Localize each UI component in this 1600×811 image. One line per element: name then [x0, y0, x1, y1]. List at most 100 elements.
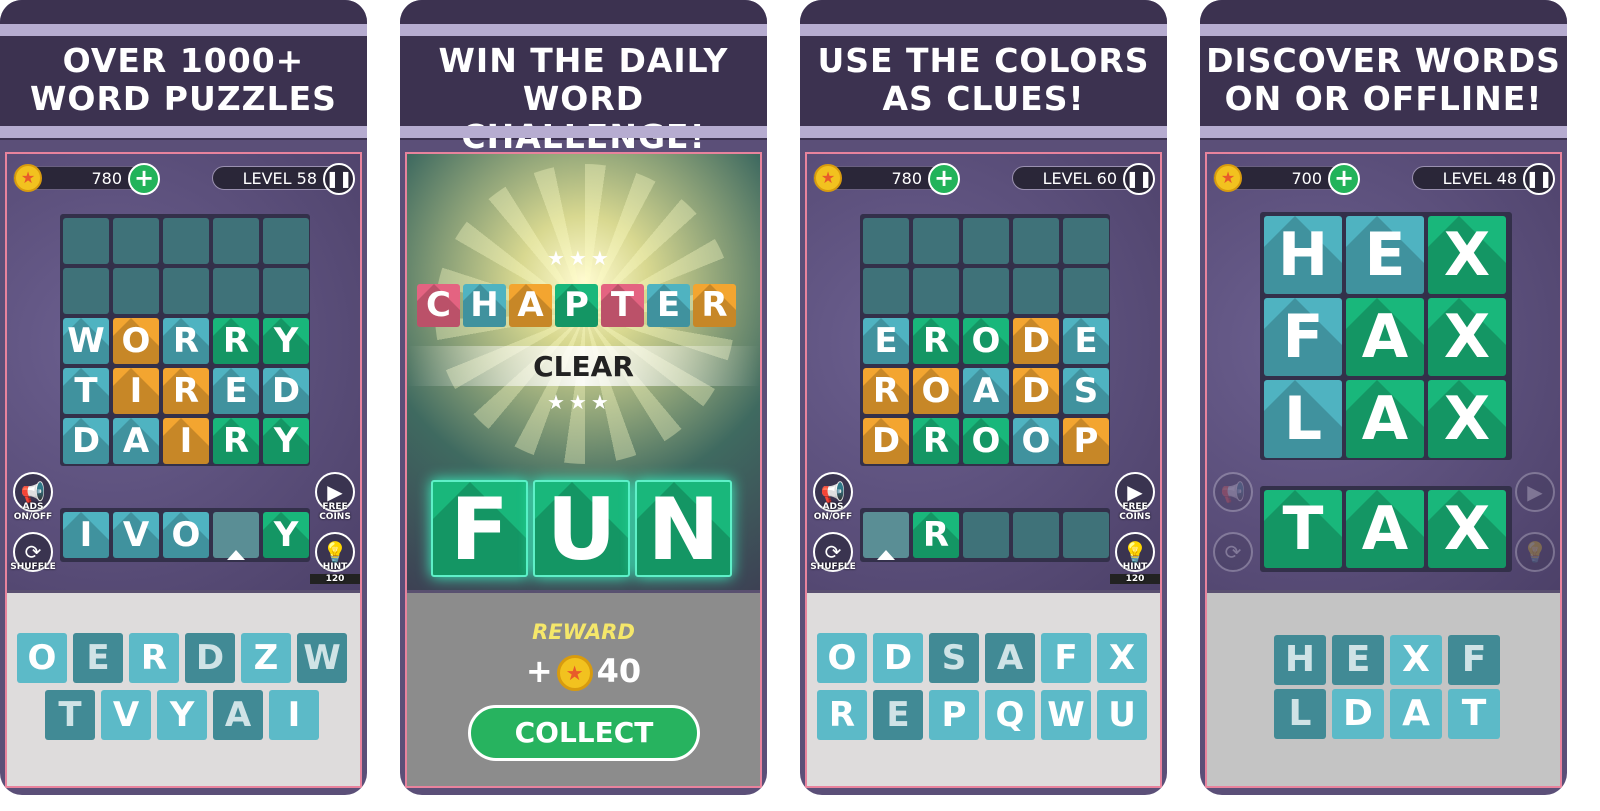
letter-tile: I	[163, 418, 209, 464]
coin-icon: ★	[14, 164, 42, 192]
letter-key[interactable]: W	[297, 633, 347, 683]
letter-key[interactable]: E	[73, 633, 123, 683]
pause-button[interactable]: ❚❚	[1123, 163, 1155, 195]
key-letter: S	[941, 638, 967, 678]
letter-tile[interactable]: T	[1264, 490, 1342, 568]
headline-line: AS CLUES!	[882, 79, 1085, 118]
level-indicator: LEVEL 48 ❚❚	[1412, 163, 1555, 195]
hint-cost: 120	[310, 574, 360, 584]
hint-button[interactable]: 💡	[1515, 532, 1555, 572]
letter-tile[interactable]	[1013, 512, 1059, 558]
letter-tile[interactable]: X	[1428, 490, 1506, 568]
ads-toggle-button[interactable]: 📢	[1213, 472, 1253, 512]
letter-key[interactable]: O	[17, 633, 67, 683]
letter-key[interactable]: S	[929, 633, 979, 683]
letter-tile: R	[693, 284, 736, 327]
letter-key[interactable]: T	[1448, 689, 1500, 739]
promo-headline: WIN THE DAILY WORD CHALLENGE!	[400, 42, 767, 156]
shuffle-button[interactable]: ⟳	[1213, 532, 1253, 572]
letter-key[interactable]: Z	[241, 633, 291, 683]
letter-key[interactable]: I	[269, 690, 319, 740]
letter-key[interactable]: D	[185, 633, 235, 683]
letter-tile	[113, 218, 159, 264]
letter-key[interactable]: Q	[985, 690, 1035, 740]
letter-key[interactable]: X	[1097, 633, 1147, 683]
letter-key[interactable]: D	[1332, 689, 1384, 739]
tile-letter: R	[172, 321, 200, 361]
letter-key[interactable]: P	[929, 690, 979, 740]
letter-tile[interactable]: O	[163, 512, 209, 558]
tile-letter: D	[271, 371, 301, 411]
headline-line: WORD CHALLENGE!	[461, 79, 706, 156]
letter-tile: F	[1264, 298, 1342, 376]
letter-key[interactable]: Y	[157, 690, 207, 740]
free-coins-button-label: FREE COINS	[1119, 502, 1151, 522]
key-letter: E	[886, 695, 910, 735]
letter-tile[interactable]	[963, 512, 1009, 558]
key-letter: I	[287, 695, 301, 735]
letter-tile: A	[509, 284, 552, 327]
key-letter: A	[1402, 693, 1430, 734]
tile-letter: S	[1073, 371, 1099, 411]
letter-tile: H	[463, 284, 506, 327]
tile-letter: E	[1364, 220, 1406, 290]
tile-letter: R	[922, 421, 950, 461]
free-coins-button[interactable]: ▶	[1515, 472, 1555, 512]
letter-key[interactable]: E	[1332, 635, 1384, 685]
key-letter: Q	[995, 695, 1025, 735]
tile-letter: X	[1443, 384, 1491, 454]
letter-key[interactable]: O	[817, 633, 867, 683]
tile-letter: R	[922, 321, 950, 361]
letter-tile: D	[263, 368, 309, 414]
letter-key[interactable]: R	[129, 633, 179, 683]
letter-key[interactable]: F	[1448, 635, 1500, 685]
letter-key[interactable]: U	[1097, 690, 1147, 740]
pause-button[interactable]: ❚❚	[1523, 163, 1555, 195]
letter-key[interactable]: T	[45, 690, 95, 740]
add-coins-button[interactable]: +	[1328, 163, 1360, 195]
letter-key[interactable]: A	[1390, 689, 1442, 739]
headline-line: OVER 1000+	[62, 41, 305, 80]
letter-tile: E	[1063, 318, 1109, 364]
letter-tile[interactable]: R	[913, 512, 959, 558]
add-coins-button[interactable]: +	[928, 163, 960, 195]
letter-key[interactable]: D	[873, 633, 923, 683]
letter-tile[interactable]: A	[1346, 490, 1424, 568]
letter-key[interactable]: W	[1041, 690, 1091, 740]
letter-tile[interactable]: V	[113, 512, 159, 558]
letter-tile	[63, 268, 109, 314]
tile-letter: D	[871, 421, 901, 461]
tile-letter: R	[222, 321, 250, 361]
letter-key[interactable]: E	[873, 690, 923, 740]
promo-header: WIN THE DAILY WORD CHALLENGE!	[400, 0, 767, 156]
letter-key[interactable]: A	[985, 633, 1035, 683]
letter-key[interactable]: V	[101, 690, 151, 740]
letter-tile[interactable]: I	[63, 512, 109, 558]
collect-button[interactable]: COLLECT	[468, 705, 700, 761]
promo-headline: OVER 1000+ WORD PUZZLES	[0, 42, 367, 118]
letter-tile	[63, 218, 109, 264]
letter-tile[interactable]	[1063, 512, 1109, 558]
letter-tile: L	[1264, 380, 1342, 458]
letter-key[interactable]: F	[1041, 633, 1091, 683]
tile-letter: R	[172, 371, 200, 411]
letter-tile	[963, 268, 1009, 314]
letter-key[interactable]: R	[817, 690, 867, 740]
tile-letter: R	[701, 285, 728, 325]
letter-key[interactable]: H	[1274, 635, 1326, 685]
megaphone-icon: 📢	[1220, 480, 1246, 504]
letter-tile[interactable]: Y	[263, 512, 309, 558]
letter-key[interactable]: L	[1274, 689, 1326, 739]
tile-letter: H	[470, 285, 499, 325]
pause-button[interactable]: ❚❚	[323, 163, 355, 195]
phone-screen-1: OVER 1000+ WORD PUZZLES ★ 780 + LEVEL 58 ❚❚ O E R…	[0, 0, 367, 795]
letter-tile: S	[1063, 368, 1109, 414]
letter-tile: D	[863, 418, 909, 464]
add-coins-button[interactable]: +	[128, 163, 160, 195]
key-letter: D	[195, 638, 225, 678]
letter-key[interactable]: X	[1390, 635, 1442, 685]
letter-tile: R	[163, 368, 209, 414]
letter-tile: P	[1063, 418, 1109, 464]
megaphone-icon: 📢	[820, 480, 846, 504]
letter-key[interactable]: A	[213, 690, 263, 740]
